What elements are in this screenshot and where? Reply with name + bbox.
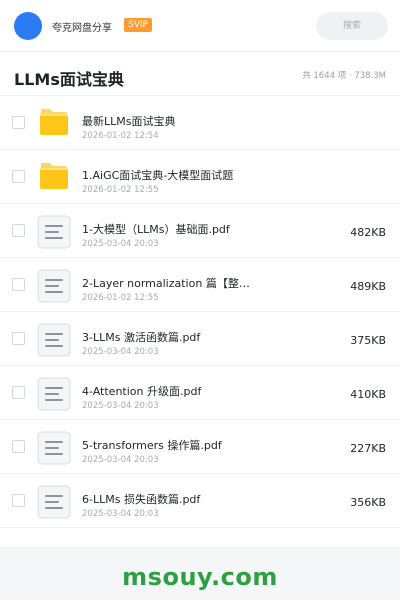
file-size: 227KB xyxy=(350,442,386,455)
file-size: 482KB xyxy=(350,226,386,239)
file-date: 2025-03-04 20:03 xyxy=(82,509,159,519)
file-name[interactable]: 5-transformers 操作篇.pdf xyxy=(82,437,292,453)
file-date: 2025-03-04 20:03 xyxy=(82,455,159,465)
row-checkbox[interactable] xyxy=(12,440,25,453)
avatar[interactable] xyxy=(14,12,42,40)
document-icon xyxy=(37,323,71,357)
page-title: LLMs面试宝典 xyxy=(14,70,124,89)
vip-badge: SVIP xyxy=(124,18,152,32)
file-name[interactable]: 6-LLMs 损失函数篇.pdf xyxy=(82,491,292,507)
file-date: 2025-03-04 20:03 xyxy=(82,239,159,249)
file-size: 410KB xyxy=(350,388,386,401)
file-size: 489KB xyxy=(350,280,386,293)
file-row[interactable]: 4-Attention 升级面.pdf 2025-03-04 20:03 410KB xyxy=(0,366,400,420)
header: 夸克网盘分享 SVIP xyxy=(0,0,400,52)
row-checkbox[interactable] xyxy=(12,332,25,345)
file-name[interactable]: 3-LLMs 激活函数篇.pdf xyxy=(82,329,292,345)
watermark-text: msouy.com xyxy=(122,563,278,591)
share-name: 夸克网盘分享 xyxy=(52,23,112,34)
row-checkbox[interactable] xyxy=(12,494,25,507)
file-date: 2026-01-02 12:55 xyxy=(82,185,159,195)
file-row[interactable]: 1.AiGC面试宝典-大模型面试题 2026-01-02 12:55 xyxy=(0,150,400,204)
file-name[interactable]: 1-大模型（LLMs）基础面.pdf xyxy=(82,221,292,237)
folder-summary: 共 1644 项 · 738.3M xyxy=(302,71,386,81)
row-checkbox[interactable] xyxy=(12,116,25,129)
document-icon xyxy=(37,431,71,465)
folder-icon xyxy=(40,163,68,189)
file-row[interactable]: 3-LLMs 激活函数篇.pdf 2025-03-04 20:03 375KB xyxy=(0,312,400,366)
file-row[interactable]: 2-Layer normalization 篇【整… 2026-01-02 12:… xyxy=(0,258,400,312)
row-checkbox[interactable] xyxy=(12,386,25,399)
file-name[interactable]: 最新LLMs面试宝典 xyxy=(82,113,292,129)
row-checkbox[interactable] xyxy=(12,170,25,183)
row-checkbox[interactable] xyxy=(12,224,25,237)
file-row[interactable]: 6-LLMs 损失函数篇.pdf 2025-03-04 20:03 356KB xyxy=(0,474,400,528)
folder-icon xyxy=(40,109,68,135)
document-icon xyxy=(37,269,71,303)
row-checkbox[interactable] xyxy=(12,278,25,291)
file-size: 375KB xyxy=(350,334,386,347)
file-list: 最新LLMs面试宝典 2026-01-02 12:54 1.AiGC面试宝典-大模型… xyxy=(0,96,400,548)
file-date: 2025-03-04 20:03 xyxy=(82,401,159,411)
file-date: 2025-03-04 20:03 xyxy=(82,347,159,357)
file-name[interactable]: 2-Layer normalization 篇【整… xyxy=(82,275,292,291)
file-date: 2026-01-02 12:55 xyxy=(82,293,159,303)
file-size: 356KB xyxy=(350,496,386,509)
document-icon xyxy=(37,215,71,249)
file-name[interactable]: 1.AiGC面试宝典-大模型面试题 xyxy=(82,167,292,183)
file-row[interactable]: 5-transformers 操作篇.pdf 2025-03-04 20:03 22… xyxy=(0,420,400,474)
document-icon xyxy=(37,377,71,411)
document-icon xyxy=(37,485,71,519)
search-input[interactable] xyxy=(316,12,388,40)
file-name[interactable]: 4-Attention 升级面.pdf xyxy=(82,383,292,399)
file-row[interactable]: 1-大模型（LLMs）基础面.pdf 2025-03-04 20:03 482KB xyxy=(0,204,400,258)
file-date: 2026-01-02 12:54 xyxy=(82,131,159,141)
folder-titlebar: LLMs面试宝典 共 1644 项 · 738.3M xyxy=(0,52,400,96)
file-row[interactable]: 最新LLMs面试宝典 2026-01-02 12:54 xyxy=(0,96,400,150)
